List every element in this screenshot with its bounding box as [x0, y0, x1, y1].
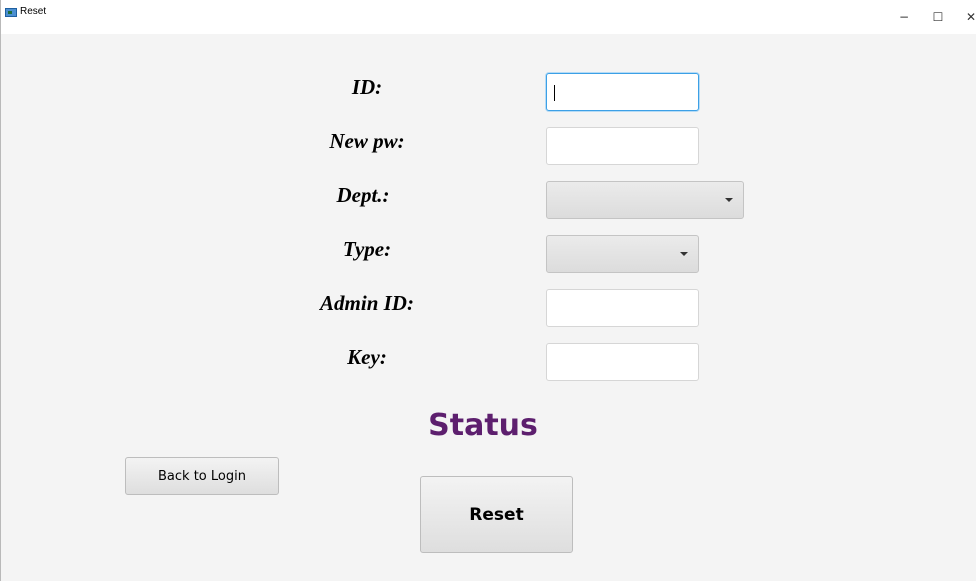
text-caret [554, 85, 555, 101]
close-button[interactable]: ✕ [954, 0, 976, 34]
key-label: Key: [347, 345, 387, 369]
type-dropdown[interactable] [546, 235, 699, 273]
app-icon [5, 8, 17, 17]
chevron-down-icon [680, 252, 688, 256]
new-password-label: New pw: [329, 129, 405, 153]
maximize-button[interactable]: ☐ [921, 0, 955, 34]
new-password-field[interactable] [546, 127, 699, 165]
id-field[interactable] [546, 73, 699, 111]
window-title: Reset [20, 6, 47, 17]
title-bar: Reset − ☐ ✕ [1, 0, 976, 34]
minimize-button[interactable]: − [887, 0, 921, 34]
chevron-down-icon [725, 198, 733, 202]
reset-button[interactable]: Reset [420, 476, 573, 553]
dept-label: Dept.: [336, 183, 390, 207]
dept-dropdown[interactable] [546, 181, 744, 219]
admin-id-label: Admin ID: [320, 291, 414, 315]
status-text: Status [428, 408, 538, 443]
id-label: ID: [351, 75, 383, 99]
reset-window: Reset − ☐ ✕ ID: New pw: Dept.: Type: Adm… [0, 0, 976, 581]
admin-id-field[interactable] [546, 289, 699, 327]
back-to-login-button[interactable]: Back to Login [125, 457, 279, 495]
type-label: Type: [342, 237, 392, 261]
key-field[interactable] [546, 343, 699, 381]
